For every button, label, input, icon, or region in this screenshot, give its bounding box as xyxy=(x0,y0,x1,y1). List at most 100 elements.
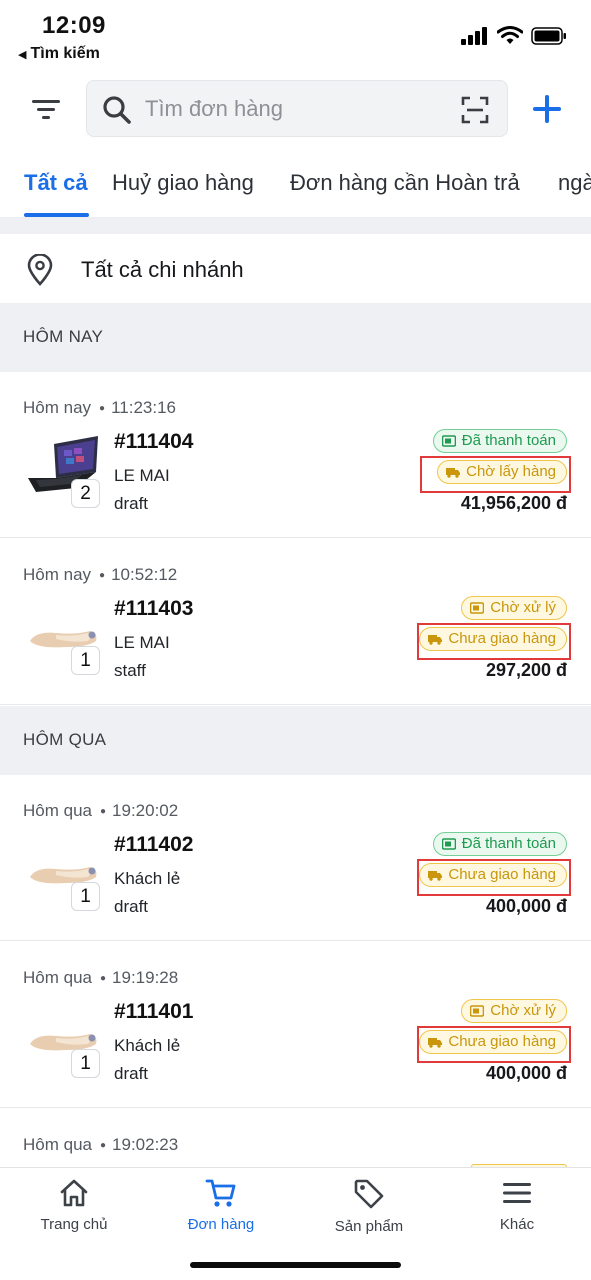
system-icons xyxy=(461,26,567,45)
order-datetime: Hôm nay ● 10:52:12 xyxy=(23,565,178,584)
menu-icon xyxy=(503,1183,531,1203)
order-time: 19:02:23 xyxy=(112,1135,179,1154)
cash-icon xyxy=(441,435,456,447)
item-quantity: 1 xyxy=(71,882,100,911)
nav-item-orders[interactable]: Đơn hàng xyxy=(156,1178,286,1233)
order-row[interactable]: Hôm qua ● 19:20:02 1 #111402 Khách lẻ draf… xyxy=(0,775,591,941)
order-tabs: Tất cả Huỷ giao hàng Đơn hàng cần Hoàn t… xyxy=(0,160,591,218)
payment-status-text: Chờ xử lý xyxy=(490,1002,556,1019)
search-icon xyxy=(103,96,131,124)
nav-label: Trang chủ xyxy=(40,1216,108,1233)
order-total: 400,000 đ xyxy=(485,896,567,916)
search-bar xyxy=(86,80,508,137)
status-bar: 12:09 ◀ Tìm kiếm xyxy=(0,0,591,70)
payment-status-badge: Chờ xử lý xyxy=(461,596,567,620)
tab-next[interactable]: ngà xyxy=(558,170,591,196)
highlight-box xyxy=(420,456,571,493)
order-day: Hôm nay xyxy=(23,565,92,584)
home-icon xyxy=(60,1179,88,1207)
section-header-today: HÔM NAY xyxy=(0,303,591,372)
order-datetime: Hôm qua ● 19:02:23 xyxy=(23,1135,179,1154)
order-source: draft xyxy=(114,494,149,513)
order-row[interactable]: Hôm qua ● 19:19:28 1 #111401 Khách lẻ draf… xyxy=(0,942,591,1108)
payment-status-text: Đã thanh toán xyxy=(461,432,556,449)
section-title: HÔM NAY xyxy=(23,327,104,346)
order-datetime: Hôm qua ● 19:20:02 xyxy=(23,801,179,820)
customer-name: LE MAI xyxy=(114,633,170,652)
bottom-navigation: Trang chủ Đơn hàng Sản phẩm Khác xyxy=(0,1167,591,1280)
status-time: 12:09 xyxy=(42,12,106,39)
order-source: staff xyxy=(114,661,146,680)
order-day: Hôm qua xyxy=(23,801,92,820)
cash-icon xyxy=(441,838,456,850)
search-input[interactable] xyxy=(145,91,445,127)
payment-status-text: Đã thanh toán xyxy=(461,835,556,852)
back-to-app-link[interactable]: ◀ Tìm kiếm xyxy=(18,45,100,63)
back-app-label: Tìm kiếm xyxy=(30,45,100,62)
order-source: draft xyxy=(114,1064,149,1083)
order-day: Hôm qua xyxy=(23,968,92,987)
active-tab-indicator xyxy=(24,213,89,217)
highlight-box xyxy=(417,859,571,896)
nav-label: Đơn hàng xyxy=(187,1216,255,1233)
order-day: Hôm qua xyxy=(23,1135,92,1154)
item-quantity: 1 xyxy=(71,646,100,675)
signal-icon xyxy=(461,26,487,45)
order-code: #111403 xyxy=(114,597,194,620)
order-day: Hôm nay xyxy=(23,398,92,417)
wifi-icon xyxy=(497,26,523,44)
nav-item-products[interactable]: Sản phẩm xyxy=(304,1178,434,1235)
nav-label: Khác xyxy=(499,1216,535,1233)
highlight-box xyxy=(417,623,571,660)
item-quantity: 1 xyxy=(71,1049,100,1078)
tag-icon xyxy=(354,1179,384,1209)
back-arrow-icon: ◀ xyxy=(18,48,27,61)
plus-icon xyxy=(533,95,561,123)
order-row[interactable]: Hôm nay ● 11:23:16 2 #111404 LE MAI draft … xyxy=(0,372,591,538)
filter-button[interactable] xyxy=(30,94,62,124)
order-total: 400,000 đ xyxy=(485,1063,567,1083)
nav-item-home[interactable]: Trang chủ xyxy=(9,1178,139,1233)
tab-cancel-shipping[interactable]: Huỷ giao hàng xyxy=(112,170,254,196)
toolbar xyxy=(0,80,591,138)
order-code: #111402 xyxy=(114,833,194,856)
barcode-scan-icon[interactable] xyxy=(461,96,489,124)
payment-status-badge: Chờ xử lý xyxy=(461,999,567,1023)
cart-icon xyxy=(205,1179,236,1207)
divider xyxy=(0,218,591,234)
order-datetime: Hôm nay ● 11:23:16 xyxy=(23,398,176,417)
order-total: 297,200 đ xyxy=(485,660,567,680)
order-time: 19:19:28 xyxy=(112,968,179,987)
home-indicator[interactable] xyxy=(190,1262,401,1268)
order-code: #111404 xyxy=(114,430,194,453)
order-time: 11:23:16 xyxy=(111,398,176,417)
customer-name: Khách lẻ xyxy=(114,869,181,888)
nav-item-more[interactable]: Khác xyxy=(452,1178,582,1233)
add-order-button[interactable] xyxy=(530,92,564,126)
order-total: 41,956,200 đ xyxy=(460,493,567,513)
battery-icon xyxy=(531,26,566,45)
branch-label: Tất cả chi nhánh xyxy=(81,257,244,282)
order-source: draft xyxy=(114,897,149,916)
customer-name: Khách lẻ xyxy=(114,1036,181,1055)
filter-icon xyxy=(32,100,60,119)
section-title: HÔM QUA xyxy=(23,730,107,749)
nav-label: Sản phẩm xyxy=(334,1218,404,1235)
location-pin-icon xyxy=(27,254,53,286)
highlight-box xyxy=(417,1026,571,1063)
cash-icon xyxy=(470,1005,485,1017)
order-code: #111401 xyxy=(114,1000,194,1023)
order-datetime: Hôm qua ● 19:19:28 xyxy=(23,968,179,987)
section-header-yesterday: HÔM QUA xyxy=(0,706,591,775)
branch-selector[interactable]: Tất cả chi nhánh xyxy=(0,234,591,304)
order-time: 19:20:02 xyxy=(112,801,179,820)
order-row[interactable]: Hôm nay ● 10:52:12 1 #111403 LE MAI staff … xyxy=(0,539,591,705)
cash-icon xyxy=(470,602,485,614)
customer-name: LE MAI xyxy=(114,466,170,485)
payment-status-badge: Đã thanh toán xyxy=(432,429,567,453)
tab-return-orders[interactable]: Đơn hàng cần Hoàn trả xyxy=(290,170,520,196)
tab-all[interactable]: Tất cả xyxy=(24,170,88,196)
item-quantity: 2 xyxy=(71,479,100,508)
payment-status-badge: Đã thanh toán xyxy=(432,832,567,856)
payment-status-text: Chờ xử lý xyxy=(490,599,556,616)
